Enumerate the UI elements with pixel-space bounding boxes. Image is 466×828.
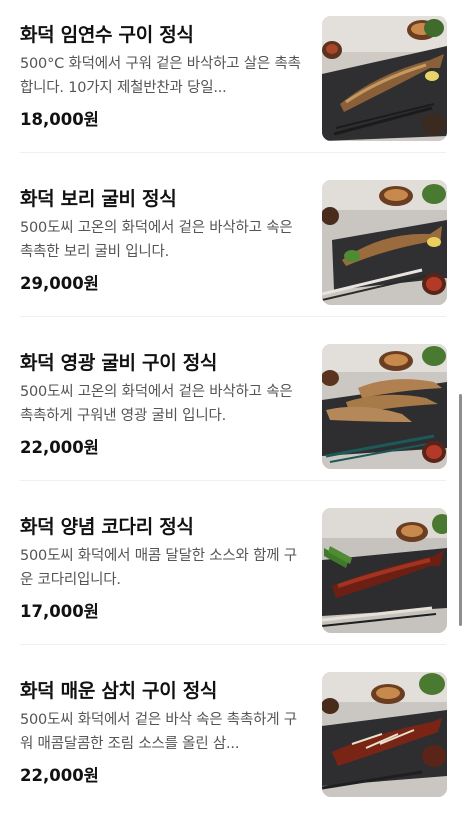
grilled-fish-photo-icon bbox=[322, 508, 447, 633]
divider bbox=[20, 316, 446, 317]
grilled-fish-photo-icon bbox=[322, 180, 447, 305]
menu-item-photo[interactable] bbox=[322, 508, 447, 633]
grilled-fish-photo-icon bbox=[322, 344, 447, 469]
menu-item-photo[interactable] bbox=[322, 672, 447, 797]
menu-item-photo[interactable] bbox=[322, 180, 447, 305]
menu-item-description: 500도씨 화덕에서 매콤 달달한 소스와 함께 구운 코다리입니다. bbox=[20, 548, 297, 588]
menu-item-description: 500도씨 고온의 화덕에서 겉은 바삭하고 속은 촉촉한 보리 굴비 입니다. bbox=[20, 220, 293, 260]
menu-item[interactable]: 화덕 보리 굴비 정식 500도씨 고온의 화덕에서 겉은 바삭하고 속은 촉촉… bbox=[0, 172, 466, 336]
grilled-fish-photo-icon bbox=[322, 16, 447, 141]
menu-item-description: 500도씨 화덕에서 겉은 바삭 속은 촉촉하게 구워 매콤달콤한 조림 소스를… bbox=[20, 712, 297, 752]
menu-item-price: 22,000원 bbox=[20, 766, 99, 785]
menu-item-price: 22,000원 bbox=[20, 438, 99, 457]
scrollbar[interactable] bbox=[459, 394, 462, 626]
menu-item-photo[interactable] bbox=[322, 344, 447, 469]
divider bbox=[20, 644, 446, 645]
menu-item-name: 화덕 영광 굴비 구이 정식 bbox=[20, 352, 218, 374]
menu-item-name: 화덕 매운 삼치 구이 정식 bbox=[20, 680, 218, 702]
menu-item-price: 29,000원 bbox=[20, 274, 99, 293]
menu-item[interactable]: 화덕 매운 삼치 구이 정식 500도씨 화덕에서 겉은 바삭 속은 촉촉하게 … bbox=[0, 664, 466, 828]
menu-item-photo[interactable] bbox=[322, 16, 447, 141]
menu-item-price: 18,000원 bbox=[20, 110, 99, 129]
menu-item-price: 17,000원 bbox=[20, 602, 99, 621]
menu-item-name: 화덕 보리 굴비 정식 bbox=[20, 188, 177, 210]
divider bbox=[20, 480, 446, 481]
menu-item-description: 500°C 화덕에서 구워 겉은 바삭하고 살은 촉촉합니다. 10가지 제철반… bbox=[20, 56, 301, 96]
menu-item[interactable]: 화덕 임연수 구이 정식 500°C 화덕에서 구워 겉은 바삭하고 살은 촉촉… bbox=[0, 8, 466, 172]
divider bbox=[20, 152, 446, 153]
menu-item-description: 500도씨 고온의 화덕에서 겉은 바삭하고 속은 촉촉하게 구워낸 영광 굴비… bbox=[20, 384, 293, 424]
grilled-fish-photo-icon bbox=[322, 672, 447, 797]
menu-item-name: 화덕 임연수 구이 정식 bbox=[20, 24, 194, 46]
menu-item[interactable]: 화덕 영광 굴비 구이 정식 500도씨 고온의 화덕에서 겉은 바삭하고 속은… bbox=[0, 336, 466, 500]
menu-item[interactable]: 화덕 양념 코다리 정식 500도씨 화덕에서 매콤 달달한 소스와 함께 구운… bbox=[0, 500, 466, 664]
menu-item-name: 화덕 양념 코다리 정식 bbox=[20, 516, 194, 538]
